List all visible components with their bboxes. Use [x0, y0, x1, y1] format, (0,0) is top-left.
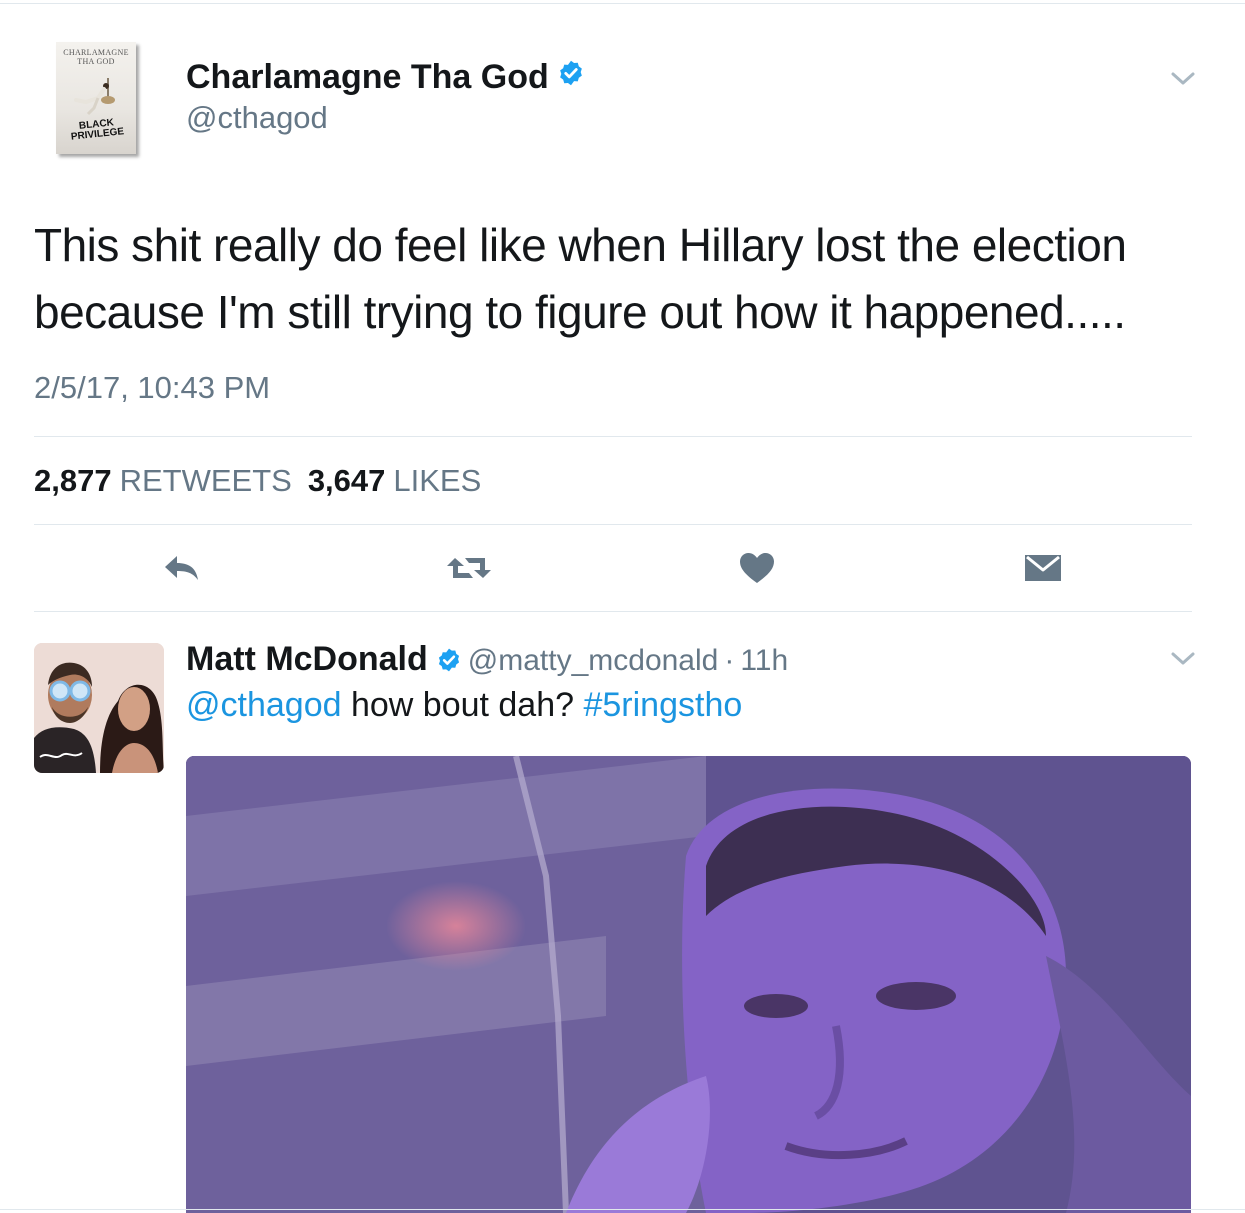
avatar-photo	[34, 643, 164, 773]
heart-icon	[740, 553, 774, 583]
reply-time[interactable]: 11h	[740, 644, 788, 677]
reply-button[interactable]	[160, 548, 202, 588]
top-border	[0, 3, 1245, 4]
reply-author-name[interactable]: Matt McDonald	[186, 640, 428, 678]
media-photo	[186, 756, 1191, 1213]
divider	[34, 524, 1192, 525]
retweets-label[interactable]: RETWEETS	[120, 463, 292, 498]
reply-author-handle[interactable]: @matty_mcdonald	[468, 644, 719, 677]
separator-dot: ·	[724, 644, 735, 677]
likes-count[interactable]: 3,647	[308, 463, 386, 498]
tweet-stats: 2,877 RETWEETS 3,647 LIKES	[34, 463, 497, 499]
book-title: CHARLAMAGNE THA GOD	[63, 48, 129, 66]
direct-message-button[interactable]	[1022, 548, 1064, 588]
tweet-timestamp[interactable]: 2/5/17, 10:43 PM	[34, 370, 270, 406]
retweet-icon	[447, 558, 491, 578]
retweets-count[interactable]: 2,877	[34, 463, 112, 498]
reply-header: Matt McDonald @matty_mcdonald · 11h	[186, 640, 788, 681]
reply-icon	[165, 556, 198, 580]
author-name-row[interactable]: Charlamagne Tha God	[186, 58, 585, 99]
reply-author-avatar[interactable]	[34, 643, 164, 773]
book-subtitle: BLACK PRIVILEGE	[70, 117, 125, 143]
author-avatar[interactable]: CHARLAMAGNE THA GOD BLACK PRIVILEGE	[56, 42, 136, 154]
verified-badge-icon	[557, 57, 585, 96]
chevron-down-icon[interactable]	[1170, 70, 1196, 88]
like-button[interactable]	[736, 548, 778, 588]
reply-body: how bout dah?	[341, 686, 584, 724]
reply-text: @cthagod how bout dah? #5ringstho	[186, 686, 742, 725]
mention-link[interactable]: @cthagod	[186, 686, 342, 724]
bottom-border	[0, 1209, 1245, 1210]
reply-media-image[interactable]	[186, 756, 1191, 1213]
verified-badge-icon	[436, 647, 462, 678]
divider	[34, 611, 1192, 612]
hashtag-link[interactable]: #5ringstho	[583, 686, 742, 724]
author-handle[interactable]: @cthagod	[186, 100, 328, 136]
book-cover-figure	[74, 78, 115, 116]
tweet-text: This shit really do feel like when Hilla…	[34, 219, 1127, 338]
author-name[interactable]: Charlamagne Tha God	[186, 58, 549, 96]
likes-label[interactable]: LIKES	[393, 463, 481, 498]
retweet-button[interactable]	[445, 548, 493, 588]
chevron-down-icon[interactable]	[1170, 650, 1196, 668]
direct-message-icon	[1025, 555, 1061, 581]
divider	[34, 436, 1192, 437]
